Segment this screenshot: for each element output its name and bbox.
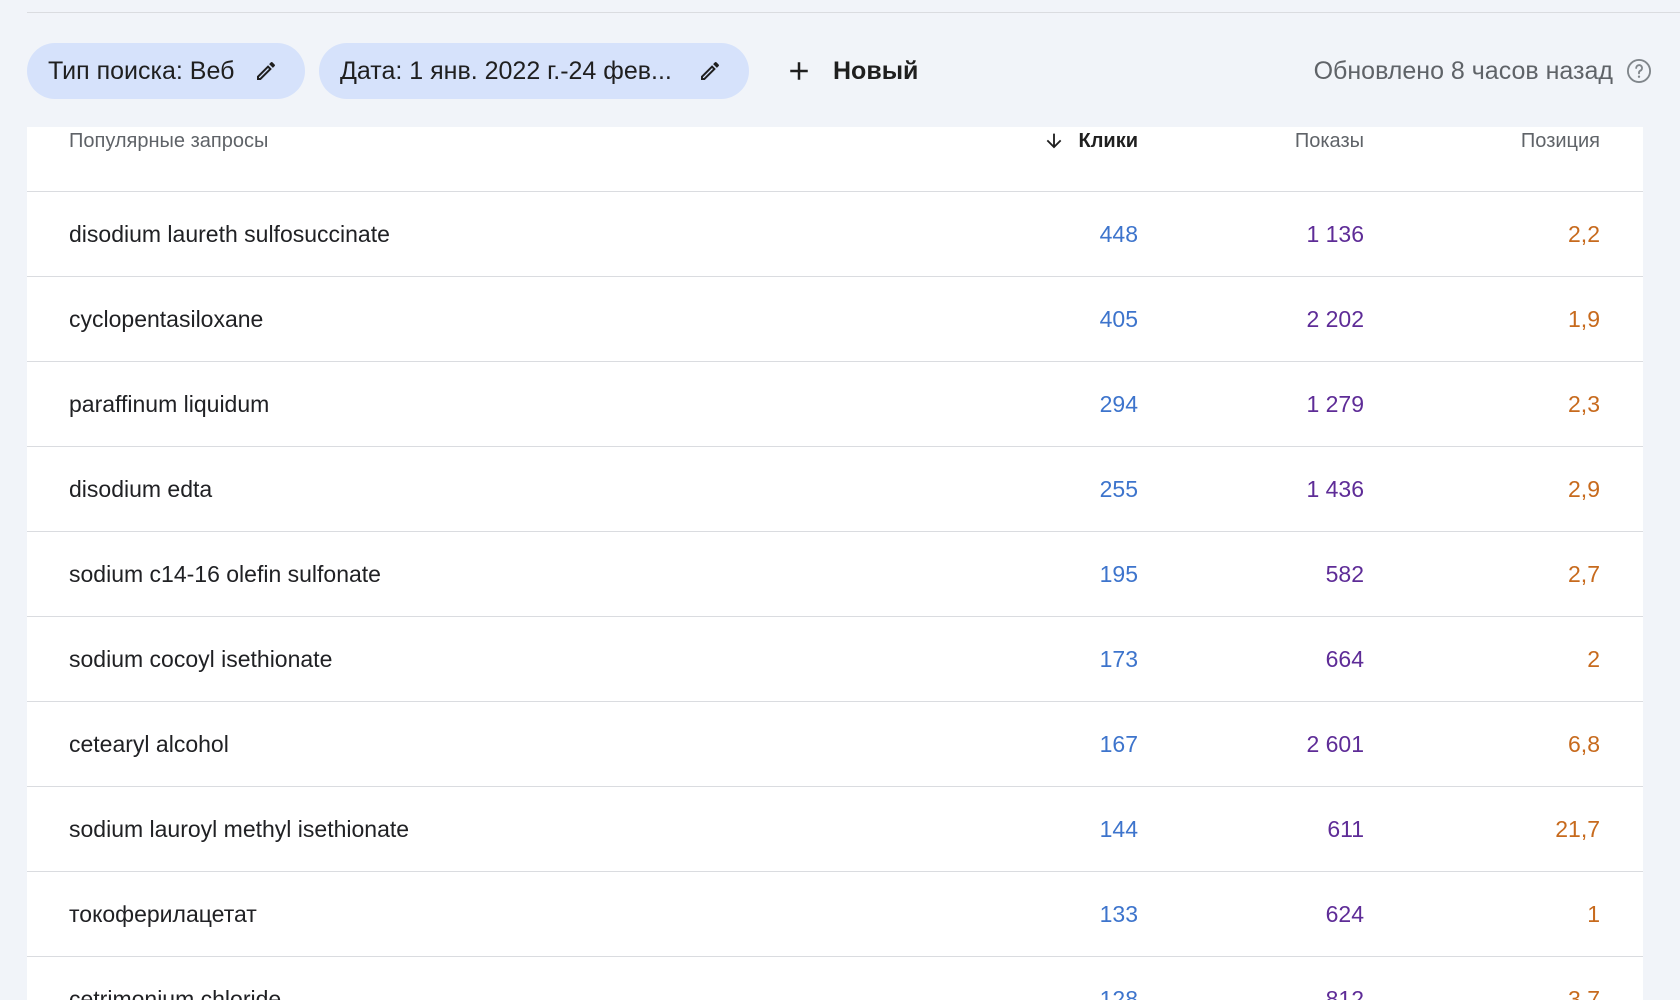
position-cell: 2,7 bbox=[1568, 561, 1600, 587]
clicks-cell: 448 bbox=[1099, 221, 1138, 247]
clicks-cell: 167 bbox=[1099, 731, 1138, 757]
impressions-cell: 1 136 bbox=[1306, 221, 1364, 247]
table-header: Популярные запросы Клики Показы Позиция bbox=[27, 127, 1643, 192]
filter-bar: Тип поиска: Веб Дата: 1 янв. 2022 г.-24 … bbox=[27, 43, 1653, 99]
column-header-clicks[interactable]: Клики bbox=[1042, 129, 1138, 153]
position-cell: 1 bbox=[1587, 901, 1600, 927]
query-cell: disodium edta bbox=[69, 476, 213, 502]
new-filter-button[interactable]: Новый bbox=[783, 55, 918, 87]
top-divider bbox=[27, 12, 1680, 13]
clicks-cell: 128 bbox=[1099, 986, 1138, 1000]
last-updated-text: Обновлено 8 часов назад bbox=[1313, 56, 1613, 85]
clicks-cell: 173 bbox=[1099, 646, 1138, 672]
position-cell: 6,8 bbox=[1568, 731, 1600, 757]
pencil-icon[interactable] bbox=[696, 57, 724, 85]
last-updated: Обновлено 8 часов назад bbox=[1314, 57, 1653, 86]
impressions-cell: 582 bbox=[1325, 561, 1364, 587]
clicks-cell: 294 bbox=[1099, 391, 1138, 417]
table-row[interactable]: токоферилацетат 133 624 1 bbox=[27, 872, 1643, 957]
queries-table: Популярные запросы Клики Показы Позиция … bbox=[27, 127, 1643, 1000]
clicks-cell: 144 bbox=[1099, 816, 1138, 842]
impressions-cell: 611 bbox=[1327, 816, 1364, 842]
impressions-cell: 2 601 bbox=[1306, 731, 1364, 757]
position-cell: 2,3 bbox=[1568, 391, 1600, 417]
position-cell: 2 bbox=[1587, 646, 1600, 672]
table-row[interactable]: disodium laureth sulfosuccinate 448 1 13… bbox=[27, 192, 1643, 277]
table-row[interactable]: sodium cocoyl isethionate 173 664 2 bbox=[27, 617, 1643, 702]
query-cell: cetrimonium chloride bbox=[69, 986, 282, 1000]
plus-icon bbox=[783, 55, 815, 87]
position-cell: 3,7 bbox=[1568, 986, 1600, 1000]
clicks-cell: 405 bbox=[1099, 306, 1138, 332]
pencil-icon[interactable] bbox=[252, 57, 280, 85]
impressions-cell: 624 bbox=[1325, 901, 1364, 927]
query-cell: disodium laureth sulfosuccinate bbox=[69, 221, 390, 247]
impressions-cell: 664 bbox=[1325, 646, 1364, 672]
query-cell: cetearyl alcohol bbox=[69, 731, 229, 757]
impressions-cell: 1 279 bbox=[1306, 391, 1364, 417]
query-cell: sodium c14-16 olefin sulfonate bbox=[69, 561, 381, 587]
position-cell: 21,7 bbox=[1555, 816, 1600, 842]
query-cell: sodium lauroyl methyl isethionate bbox=[69, 816, 410, 842]
query-cell: токоферилацетат bbox=[69, 901, 257, 927]
column-header-clicks-label: Клики bbox=[1078, 130, 1138, 152]
date-filter-label: Дата: 1 янв. 2022 г.-24 фев... bbox=[340, 56, 672, 85]
position-cell: 1,9 bbox=[1568, 306, 1600, 332]
query-cell: paraffinum liquidum bbox=[69, 391, 270, 417]
clicks-cell: 255 bbox=[1099, 476, 1138, 502]
new-filter-label: Новый bbox=[833, 56, 919, 85]
table-row[interactable]: cyclopentasiloxane 405 2 202 1,9 bbox=[27, 277, 1643, 362]
position-cell: 2,9 bbox=[1568, 476, 1600, 502]
table-row[interactable]: sodium c14-16 olefin sulfonate 195 582 2… bbox=[27, 532, 1643, 617]
clicks-cell: 133 bbox=[1099, 901, 1138, 927]
arrow-down-icon bbox=[1042, 129, 1066, 153]
table-row[interactable]: cetrimonium chloride 128 812 3,7 bbox=[27, 957, 1643, 1000]
table-row[interactable]: sodium lauroyl methyl isethionate 144 61… bbox=[27, 787, 1643, 872]
impressions-cell: 1 436 bbox=[1306, 476, 1364, 502]
column-header-impressions[interactable]: Показы bbox=[1295, 129, 1364, 153]
search-type-filter-chip[interactable]: Тип поиска: Веб bbox=[27, 43, 305, 99]
table-row[interactable]: paraffinum liquidum 294 1 279 2,3 bbox=[27, 362, 1643, 447]
table-row[interactable]: cetearyl alcohol 167 2 601 6,8 bbox=[27, 702, 1643, 787]
table-row[interactable]: disodium edta 255 1 436 2,9 bbox=[27, 447, 1643, 532]
help-circle-icon[interactable] bbox=[1625, 57, 1653, 85]
query-cell: cyclopentasiloxane bbox=[69, 306, 264, 332]
position-cell: 2,2 bbox=[1568, 221, 1600, 247]
column-header-position[interactable]: Позиция bbox=[1521, 129, 1600, 153]
impressions-cell: 2 202 bbox=[1306, 306, 1364, 332]
date-filter-chip[interactable]: Дата: 1 янв. 2022 г.-24 фев... bbox=[319, 43, 749, 99]
impressions-cell: 812 bbox=[1325, 986, 1364, 1000]
query-cell: sodium cocoyl isethionate bbox=[69, 646, 333, 672]
search-type-filter-label: Тип поиска: Веб bbox=[48, 56, 235, 85]
column-header-query: Популярные запросы bbox=[69, 130, 269, 152]
table-body: disodium laureth sulfosuccinate 448 1 13… bbox=[27, 192, 1643, 1000]
clicks-cell: 195 bbox=[1099, 561, 1138, 587]
